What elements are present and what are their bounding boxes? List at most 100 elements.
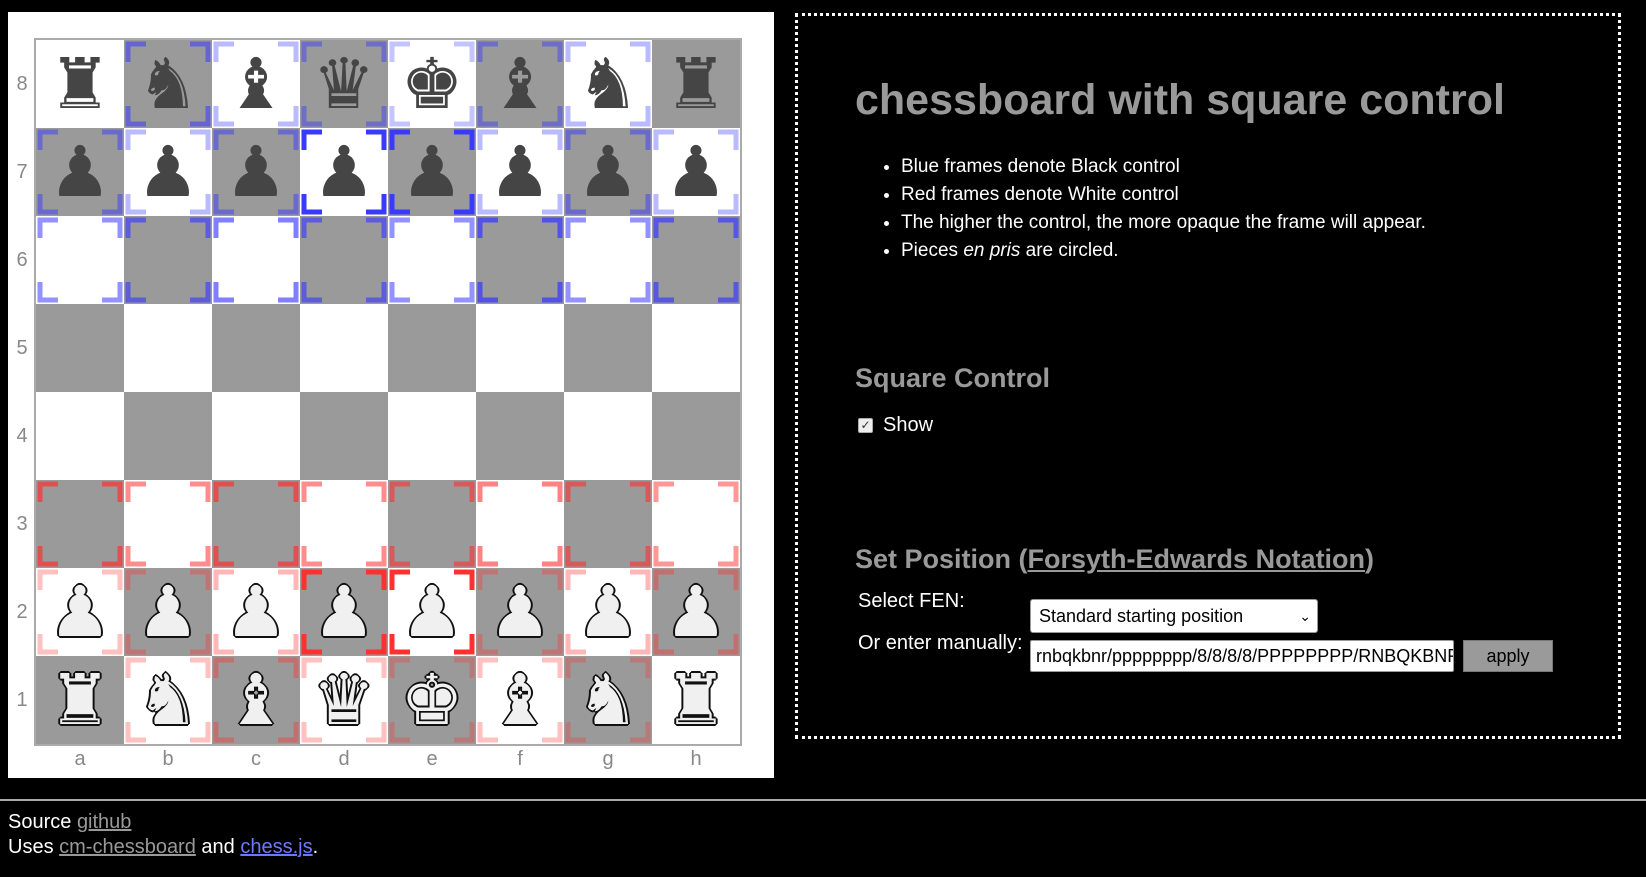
- square-f7[interactable]: ♟: [476, 128, 564, 216]
- square-f1[interactable]: ♝: [476, 656, 564, 744]
- square-f5[interactable]: [476, 304, 564, 392]
- square-h1[interactable]: ♜: [652, 656, 740, 744]
- show-checkbox[interactable]: ✓: [858, 418, 873, 433]
- chessboard[interactable]: ♜ ♞ ♝ ♛ ♚ ♝ ♞ ♜ ♟ ♟ ♟ ♟ ♟ ♟ ♟ ♟ ♟ ♟ ♟ ♟ ♟ ♟ ♟ ♟ ♜ ♞ ♝ ♛ ♚ ♝ ♞ ♜: [34, 38, 742, 746]
- black-rook-icon[interactable]: ♜: [36, 40, 124, 128]
- black-pawn-icon[interactable]: ♟: [36, 128, 124, 216]
- white-bishop-icon[interactable]: ♝: [476, 656, 564, 744]
- square-a2[interactable]: ♟: [36, 568, 124, 656]
- square-e2[interactable]: ♟: [388, 568, 476, 656]
- white-pawn-icon[interactable]: ♟: [300, 568, 388, 656]
- square-b7[interactable]: ♟: [124, 128, 212, 216]
- black-pawn-icon[interactable]: ♟: [564, 128, 652, 216]
- square-a1[interactable]: ♜: [36, 656, 124, 744]
- black-king-icon[interactable]: ♚: [388, 40, 476, 128]
- white-knight-icon[interactable]: ♞: [124, 656, 212, 744]
- black-pawn-icon[interactable]: ♟: [124, 128, 212, 216]
- square-b4[interactable]: [124, 392, 212, 480]
- black-rook-icon[interactable]: ♜: [652, 40, 740, 128]
- white-knight-icon[interactable]: ♞: [564, 656, 652, 744]
- black-bishop-icon[interactable]: ♝: [476, 40, 564, 128]
- square-f2[interactable]: ♟: [476, 568, 564, 656]
- square-c7[interactable]: ♟: [212, 128, 300, 216]
- square-e6[interactable]: [388, 216, 476, 304]
- square-a3[interactable]: [36, 480, 124, 568]
- chessjs-link[interactable]: chess.js: [240, 836, 312, 858]
- white-pawn-icon[interactable]: ♟: [124, 568, 212, 656]
- apply-button[interactable]: apply: [1463, 640, 1553, 672]
- square-g3[interactable]: [564, 480, 652, 568]
- square-h5[interactable]: [652, 304, 740, 392]
- square-h7[interactable]: ♟: [652, 128, 740, 216]
- square-h8[interactable]: ♜: [652, 40, 740, 128]
- square-c2[interactable]: ♟: [212, 568, 300, 656]
- square-d6[interactable]: [300, 216, 388, 304]
- square-d3[interactable]: [300, 480, 388, 568]
- square-h6[interactable]: [652, 216, 740, 304]
- white-rook-icon[interactable]: ♜: [36, 656, 124, 744]
- square-f8[interactable]: ♝: [476, 40, 564, 128]
- square-c4[interactable]: [212, 392, 300, 480]
- black-pawn-icon[interactable]: ♟: [212, 128, 300, 216]
- black-pawn-icon[interactable]: ♟: [652, 128, 740, 216]
- square-c6[interactable]: [212, 216, 300, 304]
- square-b3[interactable]: [124, 480, 212, 568]
- square-b8[interactable]: ♞: [124, 40, 212, 128]
- square-d1[interactable]: ♛: [300, 656, 388, 744]
- square-g1[interactable]: ♞: [564, 656, 652, 744]
- square-d4[interactable]: [300, 392, 388, 480]
- white-pawn-icon[interactable]: ♟: [36, 568, 124, 656]
- fen-select[interactable]: Standard starting position ⌄: [1030, 599, 1318, 633]
- square-e5[interactable]: [388, 304, 476, 392]
- square-g4[interactable]: [564, 392, 652, 480]
- square-h3[interactable]: [652, 480, 740, 568]
- black-pawn-icon[interactable]: ♟: [300, 128, 388, 216]
- square-a4[interactable]: [36, 392, 124, 480]
- white-pawn-icon[interactable]: ♟: [388, 568, 476, 656]
- white-pawn-icon[interactable]: ♟: [652, 568, 740, 656]
- square-b6[interactable]: [124, 216, 212, 304]
- white-pawn-icon[interactable]: ♟: [476, 568, 564, 656]
- square-f6[interactable]: [476, 216, 564, 304]
- show-control-toggle[interactable]: ✓ Show: [858, 414, 933, 437]
- square-a7[interactable]: ♟: [36, 128, 124, 216]
- black-queen-icon[interactable]: ♛: [300, 40, 388, 128]
- cm-chessboard-link[interactable]: cm-chessboard: [59, 836, 196, 858]
- square-g6[interactable]: [564, 216, 652, 304]
- square-h2[interactable]: ♟: [652, 568, 740, 656]
- square-e3[interactable]: [388, 480, 476, 568]
- white-king-icon[interactable]: ♚: [388, 656, 476, 744]
- white-queen-icon[interactable]: ♛: [300, 656, 388, 744]
- square-f4[interactable]: [476, 392, 564, 480]
- square-b2[interactable]: ♟: [124, 568, 212, 656]
- square-g2[interactable]: ♟: [564, 568, 652, 656]
- square-d7[interactable]: ♟: [300, 128, 388, 216]
- github-link[interactable]: github: [77, 811, 132, 833]
- square-g7[interactable]: ♟: [564, 128, 652, 216]
- square-c3[interactable]: [212, 480, 300, 568]
- square-c1[interactable]: ♝: [212, 656, 300, 744]
- square-e4[interactable]: [388, 392, 476, 480]
- square-d8[interactable]: ♛: [300, 40, 388, 128]
- white-pawn-icon[interactable]: ♟: [212, 568, 300, 656]
- fen-input[interactable]: rnbqkbnr/pppppppp/8/8/8/8/PPPPPPPP/RNBQK…: [1030, 640, 1454, 672]
- square-c5[interactable]: [212, 304, 300, 392]
- square-c8[interactable]: ♝: [212, 40, 300, 128]
- square-a6[interactable]: [36, 216, 124, 304]
- square-a8[interactable]: ♜: [36, 40, 124, 128]
- fen-wiki-link[interactable]: Forsyth-Edwards Notation: [1028, 544, 1366, 574]
- black-bishop-icon[interactable]: ♝: [212, 40, 300, 128]
- black-pawn-icon[interactable]: ♟: [476, 128, 564, 216]
- square-g5[interactable]: [564, 304, 652, 392]
- square-d2[interactable]: ♟: [300, 568, 388, 656]
- square-g8[interactable]: ♞: [564, 40, 652, 128]
- square-e7[interactable]: ♟: [388, 128, 476, 216]
- white-rook-icon[interactable]: ♜: [652, 656, 740, 744]
- square-e8[interactable]: ♚: [388, 40, 476, 128]
- square-h4[interactable]: [652, 392, 740, 480]
- square-b1[interactable]: ♞: [124, 656, 212, 744]
- square-e1[interactable]: ♚: [388, 656, 476, 744]
- black-knight-icon[interactable]: ♞: [124, 40, 212, 128]
- square-b5[interactable]: [124, 304, 212, 392]
- white-bishop-icon[interactable]: ♝: [212, 656, 300, 744]
